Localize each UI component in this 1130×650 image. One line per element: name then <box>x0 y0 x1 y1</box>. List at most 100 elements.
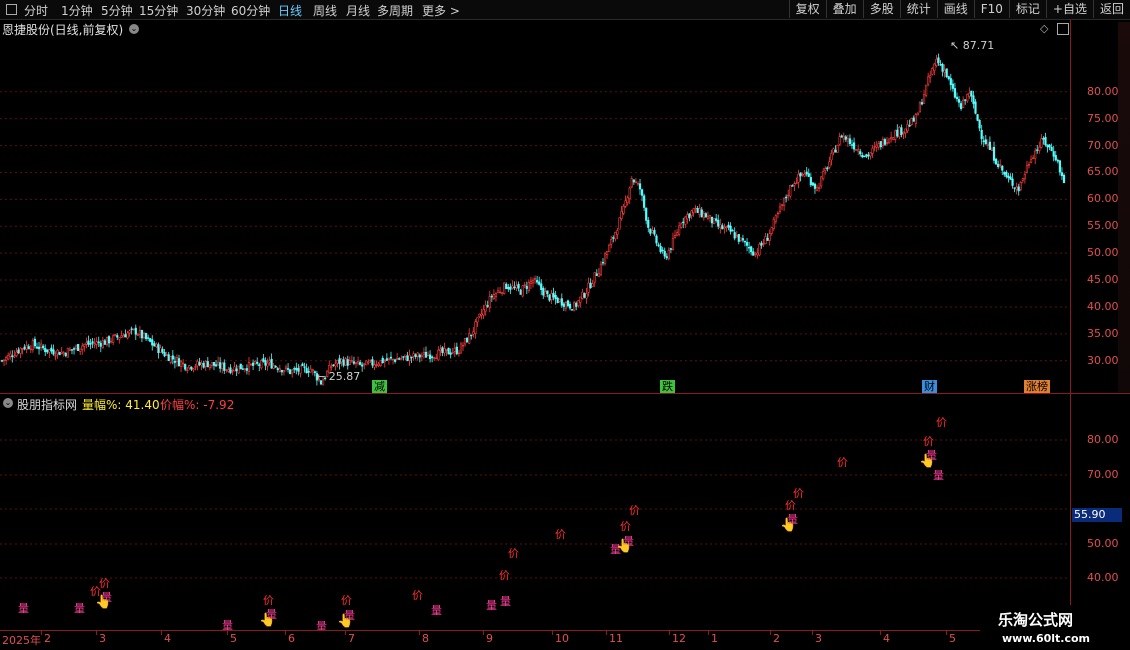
candle-body <box>52 349 55 355</box>
toolbar-button[interactable]: 叠加 <box>825 0 863 18</box>
candle-body <box>412 353 415 357</box>
candle-body <box>968 92 971 97</box>
candle-body <box>256 361 259 364</box>
candle-body <box>402 356 405 358</box>
period-tab[interactable]: 分时 <box>24 2 48 19</box>
candle-body <box>503 282 506 294</box>
date-tick <box>946 630 947 635</box>
toolbar-button[interactable]: 返回 <box>1092 0 1130 18</box>
candle-body <box>560 298 563 306</box>
toolbar-button[interactable]: 统计 <box>899 0 937 18</box>
candle-body <box>739 237 742 241</box>
period-tab[interactable]: 周线 <box>313 2 337 19</box>
candle-body <box>455 346 458 355</box>
candle-body <box>60 351 63 354</box>
period-tab[interactable]: 更多 > <box>422 2 460 19</box>
candle-body <box>863 155 866 158</box>
toolbar-button[interactable]: +自选 <box>1045 0 1093 18</box>
candle-body <box>797 173 800 183</box>
chevron-down-icon[interactable]: ⌄ <box>129 24 139 34</box>
toolbar-button[interactable]: 复权 <box>788 0 826 18</box>
period-tab[interactable]: 15分钟 <box>139 2 178 19</box>
event-tag-finance[interactable]: 财 <box>922 380 937 393</box>
candle-body <box>128 330 131 334</box>
candle-body <box>138 330 141 335</box>
toolbar-button[interactable]: 多股 <box>862 0 900 18</box>
period-tab[interactable]: 多周期 <box>377 2 413 19</box>
candle-body <box>591 283 594 287</box>
candle-body <box>665 256 668 259</box>
candle-body <box>531 279 535 284</box>
toolbar-button[interactable]: F10 <box>973 0 1009 18</box>
candle-body <box>83 344 86 347</box>
candle-body <box>527 281 530 292</box>
candle-body <box>955 96 959 100</box>
candle-body <box>394 359 397 362</box>
candle-body <box>247 361 251 372</box>
candle-body <box>515 285 518 289</box>
candle-body <box>169 356 172 363</box>
price-tick-label: 80.00 <box>1087 84 1119 98</box>
period-tab[interactable]: 5分钟 <box>101 2 133 19</box>
candle-body <box>669 248 672 250</box>
candle-body <box>241 368 244 370</box>
candle-body <box>795 182 798 185</box>
candle-body <box>64 353 67 356</box>
candle-body <box>875 144 878 148</box>
event-tag-reduce[interactable]: 减 <box>372 380 387 393</box>
period-tab[interactable]: 30分钟 <box>186 2 225 19</box>
candle-body <box>383 360 386 363</box>
window-icon[interactable] <box>6 4 17 15</box>
candle-body <box>610 239 613 245</box>
period-tab[interactable]: 1分钟 <box>61 2 93 19</box>
event-tag-drop[interactable]: 跌 <box>660 380 675 393</box>
candle-body <box>1029 159 1033 163</box>
toolbar-button[interactable]: 标记 <box>1008 0 1046 18</box>
candle-body <box>529 280 533 284</box>
candle-body <box>243 368 246 370</box>
candle-body <box>171 355 174 360</box>
candle-body <box>196 361 199 367</box>
toolbar-button[interactable]: 画线 <box>936 0 974 18</box>
candle-body <box>861 154 864 158</box>
candle-body <box>632 179 635 183</box>
candle-body <box>731 230 734 232</box>
top-toolbar: 分时 1分钟 5分钟 15分钟 30分钟 60分钟 日线 周线 月线 多周期 更多 > 复权 叠加 多股… <box>0 0 1130 20</box>
period-tab[interactable]: 日线 <box>278 2 302 19</box>
candle-body <box>710 216 714 224</box>
candle-body <box>857 149 860 152</box>
price-tick-label: 50.00 <box>1087 246 1119 260</box>
candle-body <box>1009 176 1012 180</box>
candle-body <box>1058 160 1061 173</box>
candle-body <box>435 357 438 360</box>
period-tab[interactable]: 月线 <box>346 2 370 19</box>
candle-body <box>803 173 806 177</box>
candle-body <box>239 363 242 370</box>
diamond-icon[interactable]: ◇ <box>1040 22 1048 35</box>
candle-body <box>959 103 963 109</box>
panel-toggle-icon[interactable] <box>1057 23 1069 35</box>
candle-body <box>836 144 839 153</box>
candle-body <box>885 142 889 144</box>
candle-body <box>15 351 18 357</box>
candle-body <box>414 354 417 358</box>
candle-body <box>70 349 74 351</box>
event-tag-gain-list[interactable]: 涨榜 <box>1024 380 1050 393</box>
date-tick-label: 12 <box>672 632 686 645</box>
candle-body <box>132 328 135 331</box>
candle-body <box>824 168 827 171</box>
candle-body <box>23 346 26 350</box>
candle-body <box>937 57 940 64</box>
candle-body <box>817 187 821 189</box>
period-tab[interactable]: 60分钟 <box>231 2 270 19</box>
candle-body <box>725 226 728 228</box>
pointing-hand-icon: 👆 <box>95 595 112 610</box>
candle-body <box>811 182 815 186</box>
candle-body <box>420 355 423 357</box>
candle-body <box>698 208 701 215</box>
candle-body <box>680 223 683 228</box>
candle-body <box>542 288 545 296</box>
candle-body <box>179 361 183 367</box>
candle-body <box>342 359 345 366</box>
candle-body <box>902 131 905 134</box>
